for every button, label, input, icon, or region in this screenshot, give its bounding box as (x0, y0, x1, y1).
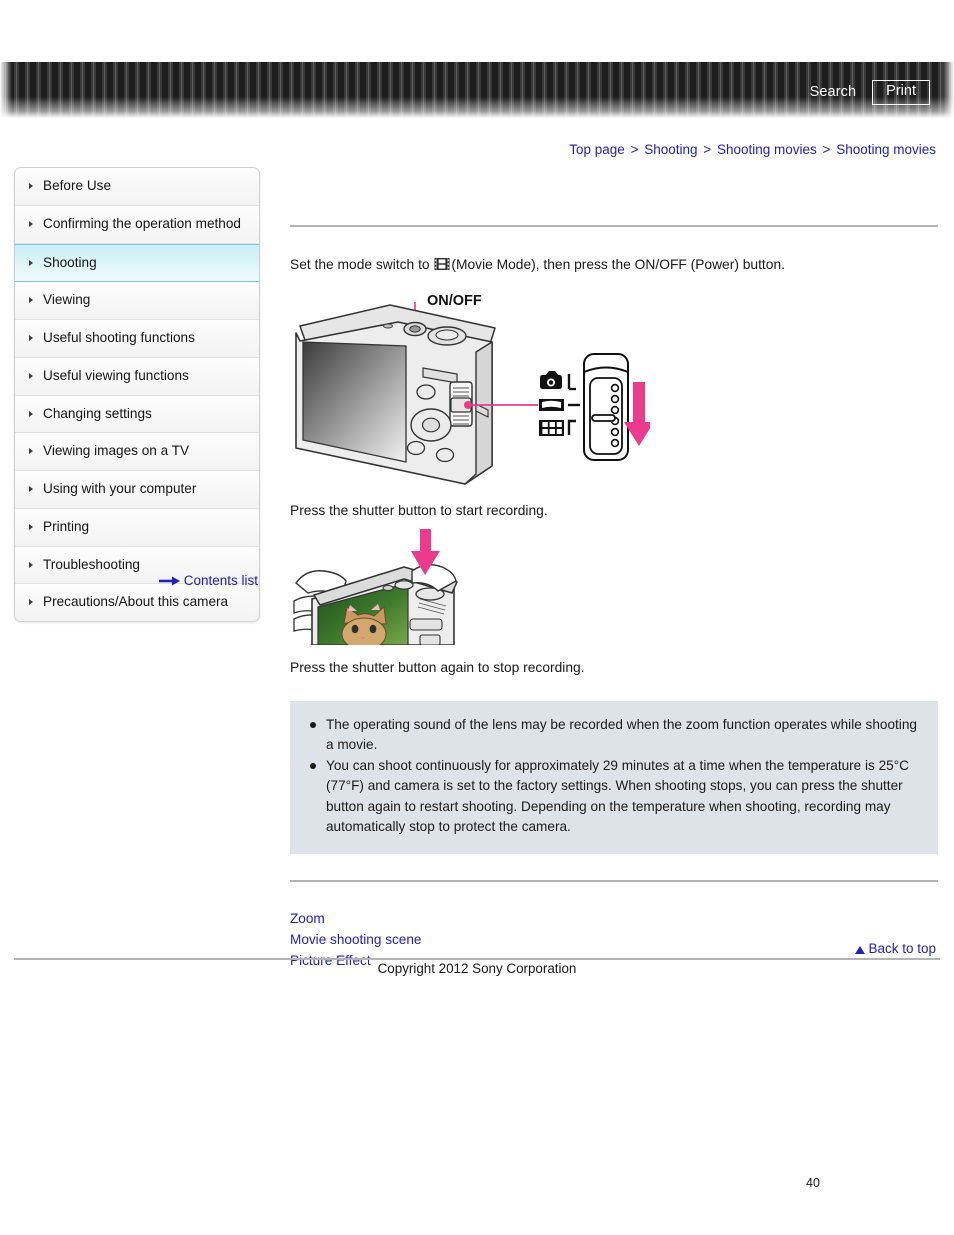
step-1-suffix: (Movie Mode), then press the ON/OFF (Pow… (451, 257, 785, 272)
note-item: The operating sound of the lens may be r… (308, 715, 920, 755)
chevron-right-icon (29, 486, 33, 492)
chevron-right-icon (29, 297, 33, 304)
sidebar-item-confirming-the-operation-method[interactable]: Confirming the operation method (15, 205, 259, 244)
sidebar-item-useful-shooting-functions[interactable]: Useful shooting functions (15, 320, 259, 358)
note-text: The operating sound of the lens may be r… (326, 717, 917, 753)
sidebar-item-label: Precautions/About this camera (43, 594, 229, 610)
breadcrumb-item-top-page[interactable]: Top page (569, 142, 625, 157)
sidebar-navigation: Before Use Confirming the operation meth… (14, 167, 260, 622)
figure-camera-power-button: ON/OFF (290, 288, 938, 491)
page-number: 40 (806, 1176, 820, 1190)
note-item: You can shoot continuously for approxima… (308, 756, 920, 836)
movie-mode-icon (434, 257, 450, 278)
chevron-right-icon (29, 259, 33, 266)
sidebar-item-label: Printing (43, 518, 90, 534)
sidebar-item-label: Useful viewing functions (43, 367, 189, 383)
divider-top (290, 225, 938, 227)
sidebar-item-label: Confirming the operation method (43, 215, 241, 231)
chevron-right-icon (29, 183, 33, 189)
sidebar-item-shooting[interactable]: Shooting (15, 243, 259, 283)
onoff-label: ON/OFF (427, 293, 482, 309)
sidebar-item-before-use[interactable]: Before Use (15, 168, 259, 206)
chevron-right-icon (29, 220, 33, 227)
panorama-mode-icon (539, 398, 564, 411)
movie-mode-icon (539, 419, 564, 436)
print-button[interactable]: Print (872, 80, 930, 105)
figure-press-shutter (292, 527, 938, 651)
sidebar-item-label: Viewing images on a TV (43, 443, 190, 459)
step-2-instruction: Press the shutter button to start record… (290, 502, 548, 518)
step-3-instruction: Press the shutter button again to stop r… (290, 660, 585, 676)
sidebar-item-changing-settings[interactable]: Changing settings (15, 395, 259, 434)
arrow-right-icon (158, 574, 181, 589)
breadcrumb-separator: > (822, 142, 831, 157)
step-1-prefix: Set the mode switch to (290, 257, 434, 272)
bullet-icon (310, 722, 316, 729)
bullet-icon (310, 763, 316, 770)
breadcrumb: Top page > Shooting > Shooting movies > … (569, 142, 936, 157)
chevron-right-icon (29, 523, 33, 530)
chevron-right-icon (29, 335, 33, 341)
divider-bottom (290, 879, 938, 882)
contents-list-link[interactable]: Contents list (14, 573, 258, 589)
sidebar-item-useful-viewing-functions[interactable]: Useful viewing functions (15, 357, 259, 396)
sidebar-item-label: Shooting (43, 254, 97, 270)
sidebar-item-printing[interactable]: Printing (15, 508, 259, 547)
back-to-top-link[interactable]: Back to top (0, 941, 954, 956)
sidebar-item-label: Troubleshooting (43, 556, 140, 572)
related-link-zoom[interactable]: Zoom (290, 908, 325, 929)
sidebar-item-precautions-about-this-camera[interactable]: Precautions/About this camera (15, 584, 259, 621)
breadcrumb-separator: > (703, 142, 712, 157)
sidebar-item-label: Changing settings (43, 405, 152, 421)
chevron-right-icon (29, 448, 33, 455)
breadcrumb-item-shooting[interactable]: Shooting (644, 142, 697, 157)
sidebar-item-label: Viewing (43, 292, 91, 308)
sidebar-item-label: Using with your computer (43, 481, 197, 496)
still-camera-mode-icon (540, 370, 562, 389)
sidebar-item-label: Before Use (43, 178, 112, 193)
sidebar-item-viewing-images-on-a-tv[interactable]: Viewing images on a TV (15, 433, 259, 471)
header-tools: Search Print (810, 80, 930, 105)
search-label[interactable]: Search (810, 84, 857, 100)
sidebar-item-using-with-your-computer[interactable]: Using with your computer (15, 471, 259, 509)
breadcrumb-separator: > (630, 142, 639, 157)
note-text: You can shoot continuously for approxima… (326, 758, 909, 834)
breadcrumb-item-shooting-movies[interactable]: Shooting movies (717, 142, 817, 157)
step-1-instruction: Set the mode switch to (Movie Mode), the… (290, 255, 938, 278)
chevron-right-icon (29, 410, 33, 417)
chevron-right-icon (29, 599, 33, 606)
chevron-right-icon (29, 372, 33, 379)
triangle-up-icon (855, 946, 866, 954)
main-content: Set the mode switch to (Movie Mode), the… (290, 167, 938, 971)
breadcrumb-item-current[interactable]: Shooting movies (836, 142, 936, 157)
contents-list-label: Contents list (183, 573, 258, 588)
back-to-top-label: Back to top (868, 941, 936, 956)
footer-divider (14, 958, 940, 960)
chevron-right-icon (29, 561, 33, 568)
sidebar-item-label: Useful shooting functions (43, 330, 195, 345)
note-box: The operating sound of the lens may be r… (290, 701, 938, 854)
sidebar-item-viewing[interactable]: Viewing (15, 282, 259, 320)
copyright-text: Copyright 2012 Sony Corporation (377, 961, 577, 976)
